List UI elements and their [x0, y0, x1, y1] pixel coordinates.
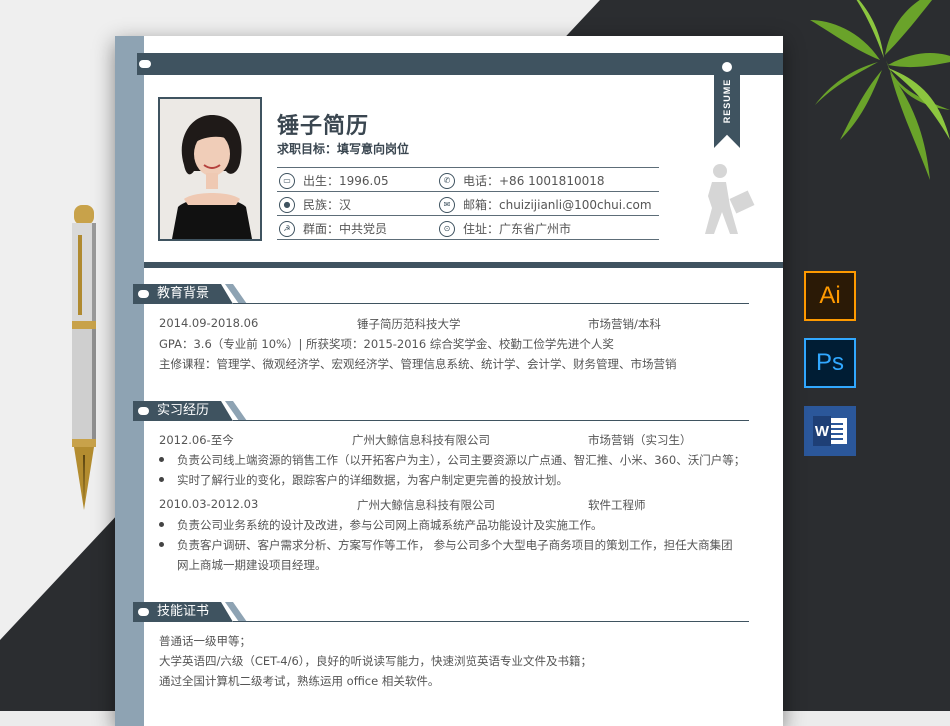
- people-icon: ●: [279, 196, 295, 213]
- pen-icon: [72, 205, 96, 510]
- section-education-header: 教育背景: [133, 284, 247, 304]
- section-internship-header: 实习经历: [133, 401, 247, 421]
- section-divider: [233, 621, 749, 622]
- job-bullet: 负责公司业务系统的设计及改进，参与公司网上商城系统产品功能设计及实施工作。: [177, 518, 603, 532]
- birth-info: ▭ 出生：1996.05: [279, 172, 389, 189]
- info-divider: [277, 167, 659, 168]
- header-bottom-band: [144, 262, 783, 268]
- edu-gpa: GPA：3.6（专业前 10%）| 所获奖项：2015-2016 综合奖学金、校…: [159, 337, 614, 351]
- walking-person-icon: [705, 164, 755, 234]
- location-icon: ⊙: [439, 220, 455, 237]
- phone-info: ✆ 电话：+86 1001810018: [439, 172, 605, 189]
- job-role: 软件工程师: [588, 498, 646, 512]
- job-bullet-continued: 网上商城一期建设项目经理。: [177, 558, 327, 572]
- edu-courses: 主修课程：管理学、微观经济学、宏观经济学、管理信息系统、统计学、会计学、财务管理…: [159, 357, 677, 371]
- job-company: 广州大鲸信息科技有限公司: [357, 498, 495, 512]
- party-icon: ☭: [279, 220, 295, 237]
- bullet-dot: [159, 522, 164, 527]
- resume-name: 锤子简历: [277, 114, 370, 139]
- edu-school: 锤子简历范科技大学: [357, 317, 461, 331]
- profile-photo: [158, 97, 262, 241]
- job-company: 广州大鲸信息科技有限公司: [352, 433, 490, 447]
- info-divider: [277, 239, 659, 240]
- ribbon-dot: [722, 62, 732, 72]
- job-bullet: 负责客户调研、客户需求分析、方案写作等工作， 参与公司多个大型电子商务项目的策划…: [177, 538, 733, 552]
- ribbon-label: RESUME: [722, 78, 732, 124]
- info-divider: [277, 191, 659, 192]
- section-divider: [233, 420, 749, 421]
- job-objective: 求职目标：填写意向岗位: [277, 142, 410, 156]
- skill-line: 普通话一级甲等；: [159, 634, 251, 648]
- skill-line: 通过全国计算机二级考试，熟练运用 office 相关软件。: [159, 674, 440, 688]
- header-pill: [139, 60, 151, 68]
- section-skills-header: 技能证书: [133, 602, 247, 622]
- plant-icon: [810, 0, 950, 180]
- mail-icon: ✉: [439, 196, 455, 213]
- info-divider: [277, 215, 659, 216]
- bullet-dot: [159, 542, 164, 547]
- word-icon: W: [804, 406, 856, 456]
- left-strip: [115, 36, 144, 726]
- header-band: [137, 53, 783, 75]
- edu-period: 2014.09-2018.06: [159, 316, 259, 330]
- ethnicity-info: ● 民族：汉: [279, 196, 351, 213]
- photoshop-icon: Ps: [804, 338, 856, 388]
- illustrator-icon: Ai: [804, 271, 856, 321]
- job-bullet: 负责公司线上端资源的销售工作（以开拓客户为主），公司主要资源以广点通、智汇推、小…: [177, 453, 746, 467]
- bullet-dot: [159, 457, 164, 462]
- job-period: 2012.06-至今: [159, 433, 234, 447]
- calendar-icon: ▭: [279, 172, 295, 189]
- party-info: ☭ 群面：中共党员: [279, 220, 387, 237]
- resume-page: RESUME 锤子简历 求职目标：填写意向岗位 ▭ 出生：1996.05 ✆ 电…: [115, 36, 783, 726]
- job-role: 市场营销（实习生）: [588, 433, 692, 447]
- phone-icon: ✆: [439, 172, 455, 189]
- section-divider: [233, 303, 749, 304]
- bullet-dot: [159, 477, 164, 482]
- skill-line: 大学英语四/六级（CET-4/6），良好的听说读写能力，快速浏览英语专业文件及书…: [159, 654, 593, 668]
- job-bullet: 实时了解行业的变化，跟踪客户的详细数据，为客户制定更完善的投放计划。: [177, 473, 568, 487]
- edu-major: 市场营销/本科: [588, 317, 661, 331]
- job-period: 2010.03-2012.03: [159, 497, 259, 511]
- email-info: ✉ 邮箱：chuizijianli@100chui.com: [439, 196, 652, 213]
- address-info: ⊙ 住址：广东省广州市: [439, 220, 571, 237]
